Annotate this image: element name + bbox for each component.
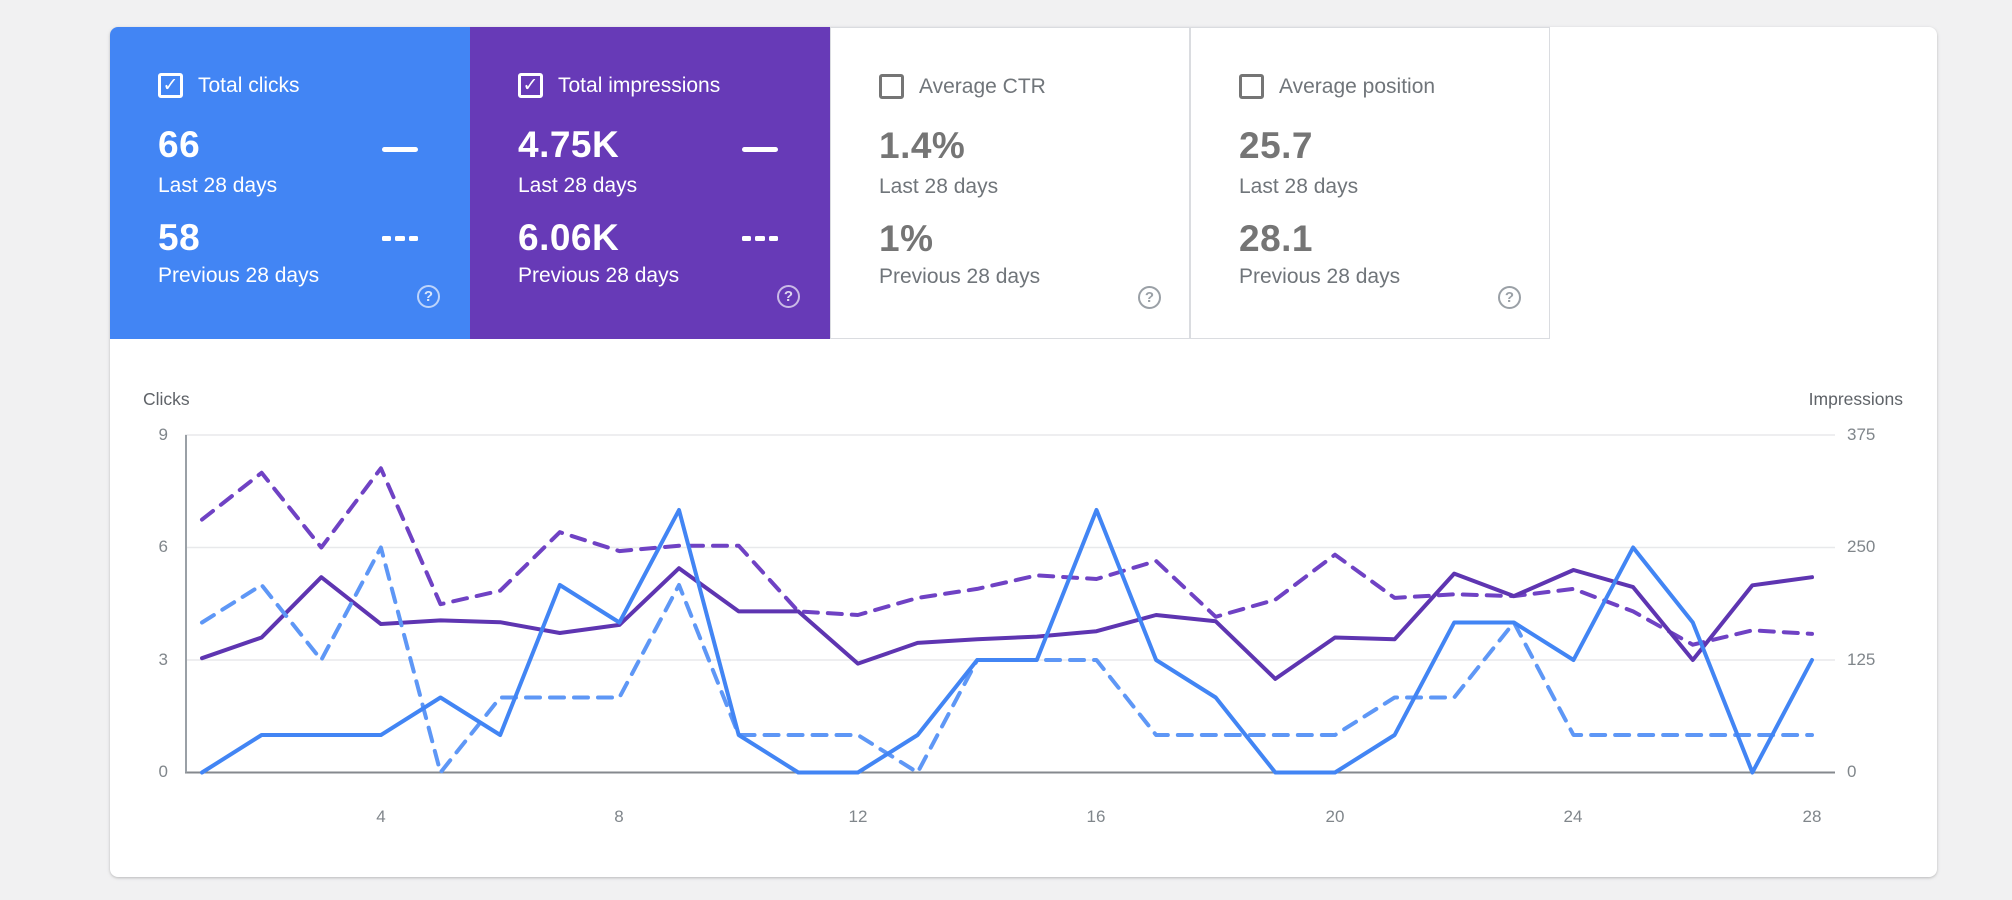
checkmark-icon: ✓ (523, 76, 539, 95)
current-value: 1.4% (879, 125, 965, 167)
current-value: 4.75K (518, 124, 619, 166)
left-axis-title: Clicks (143, 389, 190, 410)
metric-cards-row: ✓ Total clicks 66 Last 28 days 58 Previo… (110, 27, 1937, 339)
previous-value: 6.06K (518, 217, 619, 259)
help-icon[interactable]: ? (1498, 286, 1521, 309)
x-axis-tick: 16 (1066, 807, 1126, 827)
left-axis-tick: 9 (110, 424, 168, 446)
checkmark-icon: ✓ (163, 76, 179, 95)
previous-period-label: Previous 28 days (879, 265, 1040, 289)
card-header: ✓ Total clicks (158, 73, 300, 98)
current-period-label: Last 28 days (1239, 175, 1358, 199)
chart-series-layer (202, 468, 1812, 772)
left-axis-tick: 3 (110, 649, 168, 671)
help-icon[interactable]: ? (1138, 286, 1161, 309)
previous-value: 28.1 (1239, 218, 1313, 260)
previous-value: 58 (158, 217, 200, 259)
x-axis-tick: 8 (589, 807, 649, 827)
card-average-position[interactable]: Average position 25.7 Last 28 days 28.1 … (1190, 27, 1550, 339)
card-average-ctr[interactable]: Average CTR 1.4% Last 28 days 1% Previou… (830, 27, 1190, 339)
performance-line-chart (185, 427, 1835, 779)
previous-period-label: Previous 28 days (158, 264, 319, 288)
current-value: 66 (158, 124, 200, 166)
current-period-label: Last 28 days (158, 174, 277, 198)
right-axis-tick: 0 (1847, 761, 1905, 783)
current-period-label: Last 28 days (518, 174, 637, 198)
card-title: Total impressions (558, 74, 720, 98)
help-icon[interactable]: ? (777, 285, 800, 308)
right-axis-title: Impressions (1809, 389, 1903, 410)
x-axis-tick: 24 (1543, 807, 1603, 827)
current-period-label: Last 28 days (879, 175, 998, 199)
x-axis-tick: 12 (828, 807, 888, 827)
average-ctr-checkbox[interactable] (879, 74, 904, 99)
previous-value: 1% (879, 218, 933, 260)
card-total-clicks[interactable]: ✓ Total clicks 66 Last 28 days 58 Previo… (110, 27, 470, 339)
solid-line-legend-icon (742, 147, 778, 152)
search-console-performance-page: { "cards": [ { "label": "Total clicks", … (0, 0, 2012, 900)
previous-period-label: Previous 28 days (518, 264, 679, 288)
x-axis-tick: 28 (1782, 807, 1842, 827)
card-title: Average CTR (919, 75, 1046, 99)
dashed-line-legend-icon (382, 236, 418, 241)
average-position-checkbox[interactable] (1239, 74, 1264, 99)
x-axis-tick: 4 (351, 807, 411, 827)
total-clicks-checkbox[interactable]: ✓ (158, 73, 183, 98)
card-header: ✓ Total impressions (518, 73, 720, 98)
x-axis-tick: 20 (1305, 807, 1365, 827)
right-axis-tick: 250 (1847, 536, 1905, 558)
left-axis-tick: 0 (110, 761, 168, 783)
card-header: Average CTR (879, 74, 1046, 99)
current-value: 25.7 (1239, 125, 1313, 167)
total-impressions-checkbox[interactable]: ✓ (518, 73, 543, 98)
series-impressions-previous (202, 468, 1812, 644)
card-title: Total clicks (198, 74, 300, 98)
card-header: Average position (1239, 74, 1435, 99)
left-axis-tick: 6 (110, 536, 168, 558)
card-title: Average position (1279, 75, 1435, 99)
series-impressions-current (202, 568, 1812, 679)
help-icon[interactable]: ? (417, 285, 440, 308)
right-axis-tick: 125 (1847, 649, 1905, 671)
right-axis-tick: 375 (1847, 424, 1905, 446)
solid-line-legend-icon (382, 147, 418, 152)
previous-period-label: Previous 28 days (1239, 265, 1400, 289)
card-total-impressions[interactable]: ✓ Total impressions 4.75K Last 28 days 6… (470, 27, 830, 339)
performance-panel: ✓ Total clicks 66 Last 28 days 58 Previo… (110, 27, 1937, 877)
dashed-line-legend-icon (742, 236, 778, 241)
